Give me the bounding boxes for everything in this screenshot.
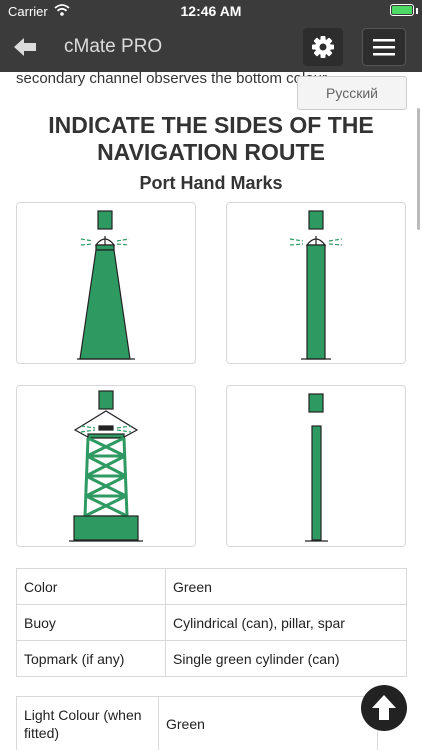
- section-title: Port Hand Marks: [139, 173, 283, 193]
- gear-icon: [312, 36, 334, 58]
- pillar-mark-icon: [289, 210, 343, 360]
- battery-icon: [390, 4, 414, 16]
- properties-table: Color Green Buoy Cylindrical (can), pill…: [16, 568, 407, 677]
- spar-mark-icon: [305, 393, 328, 542]
- mark-card-lattice: [16, 385, 196, 547]
- mark-card-conical: [16, 202, 196, 364]
- settings-button[interactable]: [303, 28, 343, 66]
- table-row: Light Colour (when fitted) Green: [16, 696, 378, 750]
- table-row: Topmark (if any) Single green cylinder (…: [16, 640, 407, 677]
- table-row: Color Green: [16, 568, 407, 605]
- scroll-to-top-button[interactable]: [361, 685, 407, 731]
- menu-button[interactable]: [362, 28, 406, 66]
- status-bar: Carrier 12:46 AM: [0, 0, 422, 22]
- table-cell-label: Buoy: [16, 604, 166, 641]
- app-toolbar: cMate PRO: [0, 22, 422, 72]
- table-row: Buoy Cylindrical (can), pillar, spar: [16, 604, 407, 641]
- table-cell-label: Color: [16, 568, 166, 605]
- hamburger-menu-icon: [373, 39, 395, 56]
- table-cell-value: Cylindrical (can), pillar, spar: [165, 604, 407, 641]
- table-cell-label: Topmark (if any): [16, 640, 166, 677]
- light-table: Light Colour (when fitted) Green: [16, 696, 378, 750]
- conical-tower-mark-icon: [77, 210, 135, 360]
- arrow-left-icon[interactable]: [12, 34, 40, 60]
- article-content: secondary channel observes the bottom co…: [0, 72, 422, 750]
- language-button[interactable]: Русский: [297, 76, 407, 110]
- table-cell-value: Green: [158, 696, 378, 750]
- app-title: cMate PRO: [64, 36, 163, 57]
- intro-text: secondary channel observes the bottom co…: [16, 72, 331, 87]
- page-title: INDICATE THE SIDES OF THE NAVIGATION ROU…: [48, 112, 374, 165]
- mark-card-pillar: [226, 202, 406, 364]
- table-cell-value: Single green cylinder (can): [165, 640, 407, 677]
- lattice-tower-buoy-icon: [69, 390, 143, 542]
- mark-card-spar: [226, 385, 406, 547]
- table-cell-value: Green: [165, 568, 407, 605]
- table-cell-label: Light Colour (when fitted): [16, 696, 159, 750]
- status-time: 12:46 AM: [180, 3, 242, 19]
- arrow-up-icon: [372, 695, 396, 720]
